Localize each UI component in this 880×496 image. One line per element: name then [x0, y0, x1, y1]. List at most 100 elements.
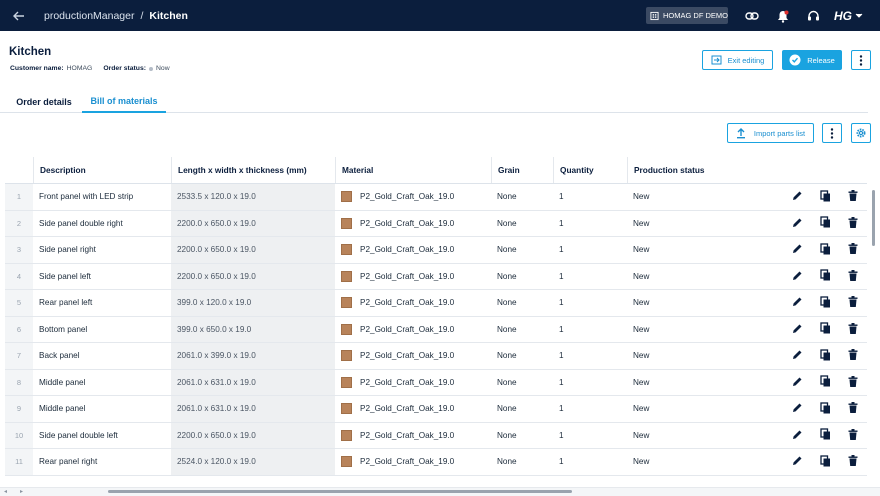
delete-row-button[interactable]: [845, 454, 861, 470]
cell-quantity[interactable]: 1: [553, 423, 627, 449]
table-row[interactable]: 9 Middle panel 2061.0 x 631.0 x 19.0 P2_Gol…: [5, 396, 867, 423]
cell-material[interactable]: P2_Gold_Craft_Oak_19.0: [335, 237, 491, 263]
edit-row-button[interactable]: [789, 454, 805, 470]
cell-grain[interactable]: None: [491, 211, 553, 237]
table-row[interactable]: 11 Rear panel right 2524.0 x 120.0 x 19.0 P…: [5, 449, 867, 476]
cell-quantity[interactable]: 1: [553, 264, 627, 290]
cell-material[interactable]: P2_Gold_Craft_Oak_19.0: [335, 290, 491, 316]
vertical-scrollbar[interactable]: [872, 190, 875, 246]
table-row[interactable]: 7 Back panel 2061.0 x 399.0 x 19.0 P2_Gold_…: [5, 343, 867, 370]
back-button[interactable]: [4, 0, 34, 31]
cell-material[interactable]: P2_Gold_Craft_Oak_19.0: [335, 370, 491, 396]
copy-row-button[interactable]: [817, 348, 833, 364]
cell-dimensions[interactable]: 2061.0 x 631.0 x 19.0: [171, 369, 335, 395]
cell-quantity[interactable]: 1: [553, 370, 627, 396]
cell-dimensions[interactable]: 2200.0 x 650.0 x 19.0: [171, 237, 335, 263]
breadcrumb-app[interactable]: productionManager: [44, 10, 134, 22]
cell-description[interactable]: Side panel right: [33, 237, 171, 263]
cell-material[interactable]: P2_Gold_Craft_Oak_19.0: [335, 396, 491, 422]
cell-quantity[interactable]: 1: [553, 343, 627, 369]
edit-row-button[interactable]: [789, 268, 805, 284]
cell-grain[interactable]: None: [491, 370, 553, 396]
cell-grain[interactable]: None: [491, 396, 553, 422]
header-material[interactable]: Material: [335, 157, 491, 183]
more-options-button[interactable]: [851, 50, 871, 70]
copy-row-button[interactable]: [817, 242, 833, 258]
copy-row-button[interactable]: [817, 374, 833, 390]
cell-description[interactable]: Side panel left: [33, 264, 171, 290]
edit-row-button[interactable]: [789, 321, 805, 337]
delete-row-button[interactable]: [845, 189, 861, 205]
cell-quantity[interactable]: 1: [553, 211, 627, 237]
delete-row-button[interactable]: [845, 374, 861, 390]
cell-dimensions[interactable]: 2524.0 x 120.0 x 19.0: [171, 449, 335, 475]
header-dimensions[interactable]: Length x width x thickness (mm): [171, 157, 335, 183]
delete-row-button[interactable]: [845, 215, 861, 231]
table-row[interactable]: 1 Front panel with LED strip 2533.5 x 120.…: [5, 184, 867, 211]
table-row[interactable]: 4 Side panel left 2200.0 x 650.0 x 19.0 P2_…: [5, 263, 867, 290]
cell-material[interactable]: P2_Gold_Craft_Oak_19.0: [335, 343, 491, 369]
cell-quantity[interactable]: 1: [553, 184, 627, 210]
header-production-status[interactable]: Production status: [627, 157, 727, 183]
header-grain[interactable]: Grain: [491, 157, 553, 183]
cell-quantity[interactable]: 1: [553, 317, 627, 343]
delete-row-button[interactable]: [845, 242, 861, 258]
cell-material[interactable]: P2_Gold_Craft_Oak_19.0: [335, 423, 491, 449]
table-more-options-button[interactable]: [822, 123, 842, 143]
cell-dimensions[interactable]: 2533.5 x 120.0 x 19.0: [171, 184, 335, 210]
cell-quantity[interactable]: 1: [553, 449, 627, 475]
user-menu[interactable]: HG: [834, 9, 863, 23]
delete-row-button[interactable]: [845, 427, 861, 443]
cell-dimensions[interactable]: 2061.0 x 631.0 x 19.0: [171, 396, 335, 422]
edit-row-button[interactable]: [789, 215, 805, 231]
delete-row-button[interactable]: [845, 401, 861, 417]
cell-grain[interactable]: None: [491, 237, 553, 263]
cell-grain[interactable]: None: [491, 264, 553, 290]
notifications-button[interactable]: [775, 8, 791, 24]
cell-material[interactable]: P2_Gold_Craft_Oak_19.0: [335, 264, 491, 290]
table-row[interactable]: 6 Bottom panel 399.0 x 650.0 x 19.0 P2_Gold…: [5, 316, 867, 343]
release-button[interactable]: Release: [782, 50, 842, 70]
link-button[interactable]: [744, 8, 760, 24]
delete-row-button[interactable]: [845, 321, 861, 337]
cell-description[interactable]: Middle panel: [33, 396, 171, 422]
cell-dimensions[interactable]: 2200.0 x 650.0 x 19.0: [171, 422, 335, 448]
edit-row-button[interactable]: [789, 427, 805, 443]
table-settings-button[interactable]: [851, 123, 871, 143]
cell-quantity[interactable]: 1: [553, 237, 627, 263]
cell-dimensions[interactable]: 2200.0 x 650.0 x 19.0: [171, 210, 335, 236]
tab-order-details[interactable]: Order details: [9, 90, 79, 113]
cell-dimensions[interactable]: 399.0 x 650.0 x 19.0: [171, 316, 335, 342]
tenant-selector[interactable]: HOMAG DF DEMO: [646, 7, 728, 24]
header-quantity[interactable]: Quantity: [553, 157, 627, 183]
cell-grain[interactable]: None: [491, 343, 553, 369]
import-parts-list-button[interactable]: Import parts list: [727, 123, 814, 143]
cell-dimensions[interactable]: 2200.0 x 650.0 x 19.0: [171, 263, 335, 289]
edit-row-button[interactable]: [789, 401, 805, 417]
cell-material[interactable]: P2_Gold_Craft_Oak_19.0: [335, 211, 491, 237]
exit-editing-button[interactable]: Exit editing: [702, 50, 773, 70]
support-button[interactable]: [805, 8, 821, 24]
cell-material[interactable]: P2_Gold_Craft_Oak_19.0: [335, 449, 491, 475]
cell-description[interactable]: Front panel with LED strip: [33, 184, 171, 210]
horizontal-scrollbar-thumb[interactable]: [108, 490, 572, 493]
table-row[interactable]: 8 Middle panel 2061.0 x 631.0 x 19.0 P2_Gol…: [5, 369, 867, 396]
copy-row-button[interactable]: [817, 427, 833, 443]
cell-description[interactable]: Rear panel right: [33, 449, 171, 475]
scroll-left-icon[interactable]: ◂: [4, 488, 7, 495]
cell-description[interactable]: Middle panel: [33, 370, 171, 396]
copy-row-button[interactable]: [817, 215, 833, 231]
copy-row-button[interactable]: [817, 189, 833, 205]
cell-grain[interactable]: None: [491, 317, 553, 343]
copy-row-button[interactable]: [817, 321, 833, 337]
cell-grain[interactable]: None: [491, 449, 553, 475]
cell-description[interactable]: Rear panel left: [33, 290, 171, 316]
cell-description[interactable]: Back panel: [33, 343, 171, 369]
table-row[interactable]: 5 Rear panel left 399.0 x 120.0 x 19.0 P2_G…: [5, 290, 867, 317]
copy-row-button[interactable]: [817, 401, 833, 417]
edit-row-button[interactable]: [789, 295, 805, 311]
copy-row-button[interactable]: [817, 268, 833, 284]
scroll-right-icon[interactable]: ▸: [20, 488, 23, 495]
header-description[interactable]: Description: [33, 157, 171, 183]
cell-dimensions[interactable]: 399.0 x 120.0 x 19.0: [171, 290, 335, 316]
